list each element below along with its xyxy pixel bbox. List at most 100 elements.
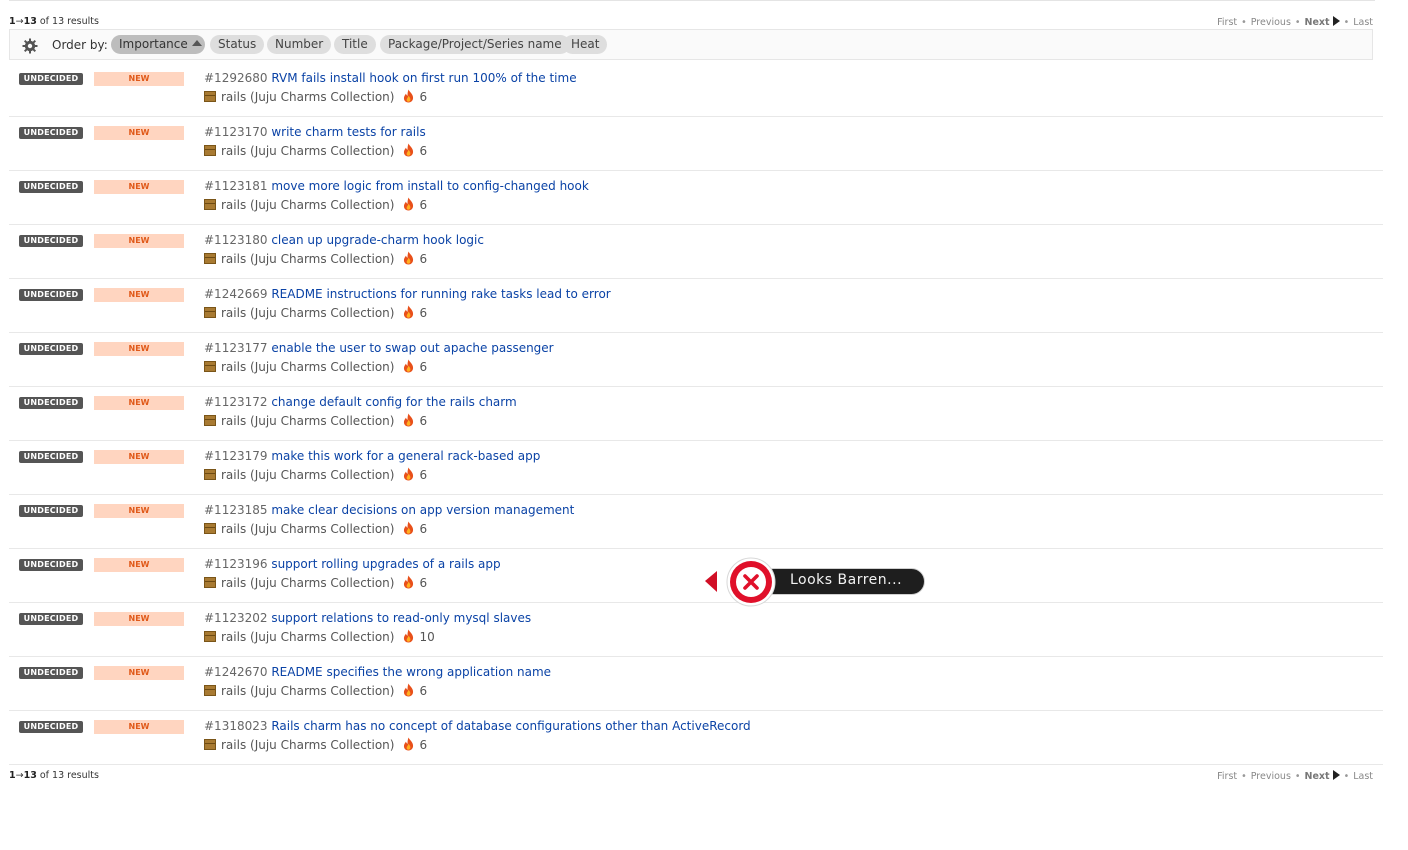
- package-icon: [204, 523, 216, 534]
- bug-heading: #1242670 README specifies the wrong appl…: [204, 665, 551, 679]
- bug-title-link[interactable]: support relations to read-only mysql sla…: [271, 611, 531, 625]
- flame-icon: [402, 413, 415, 427]
- importance-badge: UNDECIDED: [19, 559, 83, 571]
- sort-status-button[interactable]: Status: [210, 35, 265, 54]
- separator: •: [1343, 771, 1350, 782]
- heat-value: 6: [419, 738, 428, 752]
- bug-meta: rails (Juju Charms Collection) 6: [204, 683, 427, 698]
- separator: •: [1294, 771, 1301, 782]
- package-icon: [204, 469, 216, 480]
- toast-text: Looks Barren...: [790, 572, 903, 588]
- bug-row: UNDECIDED NEW #1123181 move more logic fro…: [9, 171, 1383, 225]
- bug-number: #1242670: [204, 665, 268, 679]
- bug-meta: rails (Juju Charms Collection) 6: [204, 521, 427, 536]
- first-link[interactable]: First: [1217, 17, 1237, 28]
- heat-value: 6: [419, 144, 428, 158]
- bug-title-link[interactable]: move more logic from install to config-c…: [271, 179, 588, 193]
- first-link[interactable]: First: [1217, 771, 1237, 782]
- range-arrow: →: [15, 770, 24, 781]
- pager-nav: First • Previous • Next • Last: [1217, 770, 1373, 782]
- package-name: rails (Juju Charms Collection): [221, 684, 395, 698]
- bug-title-link[interactable]: make clear decisions on app version mana…: [271, 503, 574, 517]
- flame-icon: [402, 251, 415, 265]
- bug-row: UNDECIDED NEW #1292680 RVM fails install h…: [9, 63, 1383, 117]
- bug-title-link[interactable]: RVM fails install hook on first run 100%…: [271, 71, 576, 85]
- sort-number-button[interactable]: Number: [267, 35, 332, 54]
- status-badge: NEW: [94, 126, 184, 140]
- bug-row: UNDECIDED NEW #1123185 make clear decision…: [9, 495, 1383, 549]
- gear-icon[interactable]: [22, 38, 38, 54]
- importance-badge: UNDECIDED: [19, 505, 83, 517]
- results-summary: 1→13 of 13 results: [9, 770, 99, 781]
- package-name: rails (Juju Charms Collection): [221, 252, 395, 266]
- heat-value: 6: [419, 684, 428, 698]
- status-badge: NEW: [94, 666, 184, 680]
- heat-value: 6: [419, 360, 428, 374]
- status-badge: NEW: [94, 72, 184, 86]
- close-x-icon[interactable]: [703, 556, 783, 610]
- previous-link[interactable]: Previous: [1251, 771, 1291, 782]
- heat-value: 6: [419, 252, 428, 266]
- bug-title-link[interactable]: README specifies the wrong application n…: [271, 665, 551, 679]
- sort-importance-button[interactable]: Importance: [111, 35, 205, 54]
- bug-title-link[interactable]: clean up upgrade-charm hook logic: [271, 233, 484, 247]
- bug-title-link[interactable]: Rails charm has no concept of database c…: [271, 719, 750, 733]
- heat-value: 6: [419, 306, 428, 320]
- bug-title-link[interactable]: write charm tests for rails: [271, 125, 425, 139]
- bug-heading: #1292680 RVM fails install hook on first…: [204, 71, 577, 85]
- top-divider: [9, 0, 1375, 1]
- package-name: rails (Juju Charms Collection): [221, 630, 395, 644]
- sort-package-button[interactable]: Package/Project/Series name: [380, 35, 570, 54]
- bug-heading: #1123172 change default config for the r…: [204, 395, 517, 409]
- bug-row: UNDECIDED NEW #1123177 enable the user to …: [9, 333, 1383, 387]
- next-arrow-icon[interactable]: [1332, 16, 1340, 26]
- last-link[interactable]: Last: [1353, 771, 1373, 782]
- bug-heading: #1242669 README instructions for running…: [204, 287, 611, 301]
- pager-bottom: 1→13 of 13 results First • Previous • Next • L…: [9, 767, 1375, 783]
- bug-heading: #1123196 support rolling upgrades of a r…: [204, 557, 501, 571]
- bug-row: UNDECIDED NEW #1123180 clean up upgrade-ch…: [9, 225, 1383, 279]
- bug-number: #1318023: [204, 719, 268, 733]
- sort-importance-label: Importance: [119, 37, 188, 51]
- bug-title-link[interactable]: change default config for the rails char…: [271, 395, 516, 409]
- bug-number: #1123181: [204, 179, 268, 193]
- status-badge: NEW: [94, 288, 184, 302]
- bug-number: #1123177: [204, 341, 268, 355]
- next-arrow-icon[interactable]: [1332, 770, 1340, 780]
- importance-badge: UNDECIDED: [19, 181, 83, 193]
- importance-badge: UNDECIDED: [19, 451, 83, 463]
- bug-number: #1242669: [204, 287, 268, 301]
- package-icon: [204, 739, 216, 750]
- bug-number: #1123170: [204, 125, 268, 139]
- sort-title-button[interactable]: Title: [334, 35, 376, 54]
- package-icon: [204, 253, 216, 264]
- bug-number: #1123185: [204, 503, 268, 517]
- status-badge: NEW: [94, 180, 184, 194]
- importance-badge: UNDECIDED: [19, 127, 83, 139]
- range-end: 13: [23, 16, 37, 27]
- bug-title-link[interactable]: README instructions for running rake tas…: [271, 287, 610, 301]
- importance-badge: UNDECIDED: [19, 721, 83, 733]
- previous-link[interactable]: Previous: [1251, 17, 1291, 28]
- bug-meta: rails (Juju Charms Collection) 6: [204, 143, 427, 158]
- bug-heading: #1123180 clean up upgrade-charm hook log…: [204, 233, 484, 247]
- bug-meta: rails (Juju Charms Collection) 6: [204, 737, 427, 752]
- bug-row: UNDECIDED NEW #1123172 change default conf…: [9, 387, 1383, 441]
- bug-row: UNDECIDED NEW #1242669 README instructions…: [9, 279, 1383, 333]
- package-name: rails (Juju Charms Collection): [221, 306, 395, 320]
- heat-value: 6: [419, 468, 428, 482]
- sort-heat-button[interactable]: Heat: [563, 35, 608, 54]
- bug-title-link[interactable]: support rolling upgrades of a rails app: [271, 557, 500, 571]
- last-link[interactable]: Last: [1353, 17, 1373, 28]
- next-link[interactable]: Next: [1305, 17, 1330, 28]
- next-link[interactable]: Next: [1305, 771, 1330, 782]
- bug-title-link[interactable]: make this work for a general rack-based …: [271, 449, 540, 463]
- flame-icon: [402, 305, 415, 319]
- bug-title-link[interactable]: enable the user to swap out apache passe…: [271, 341, 553, 355]
- results-summary: 1→13 of 13 results: [9, 16, 99, 27]
- package-icon: [204, 145, 216, 156]
- status-badge: NEW: [94, 396, 184, 410]
- flame-icon: [402, 359, 415, 373]
- importance-badge: UNDECIDED: [19, 667, 83, 679]
- package-icon: [204, 361, 216, 372]
